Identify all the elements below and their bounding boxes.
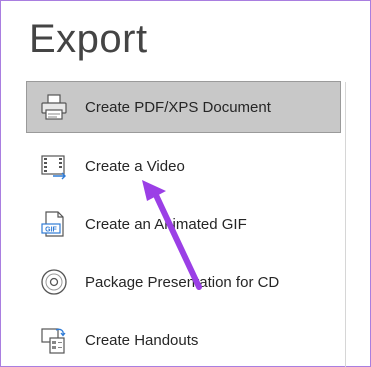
video-icon — [37, 149, 71, 183]
package-presentation-cd-button[interactable]: Package Presentation for CD — [26, 256, 341, 308]
svg-text:GIF: GIF — [45, 227, 57, 234]
printer-icon — [37, 90, 71, 124]
create-video-button[interactable]: Create a Video — [26, 140, 341, 192]
create-pdf-xps-button[interactable]: Create PDF/XPS Document — [26, 81, 341, 133]
create-handouts-button[interactable]: Create Handouts — [26, 314, 341, 366]
create-pdf-xps-label: Create PDF/XPS Document — [85, 98, 271, 116]
create-handouts-label: Create Handouts — [85, 331, 199, 349]
handouts-icon — [37, 323, 71, 357]
cd-icon — [37, 265, 71, 299]
gif-icon: GIF — [37, 207, 71, 241]
create-animated-gif-label: Create an Animated GIF — [85, 215, 247, 233]
create-animated-gif-button[interactable]: GIF Create an Animated GIF — [26, 198, 341, 250]
create-video-label: Create a Video — [85, 157, 185, 175]
page-title: Export — [29, 17, 148, 61]
panel-divider — [345, 82, 346, 367]
package-presentation-cd-label: Package Presentation for CD — [85, 273, 280, 291]
